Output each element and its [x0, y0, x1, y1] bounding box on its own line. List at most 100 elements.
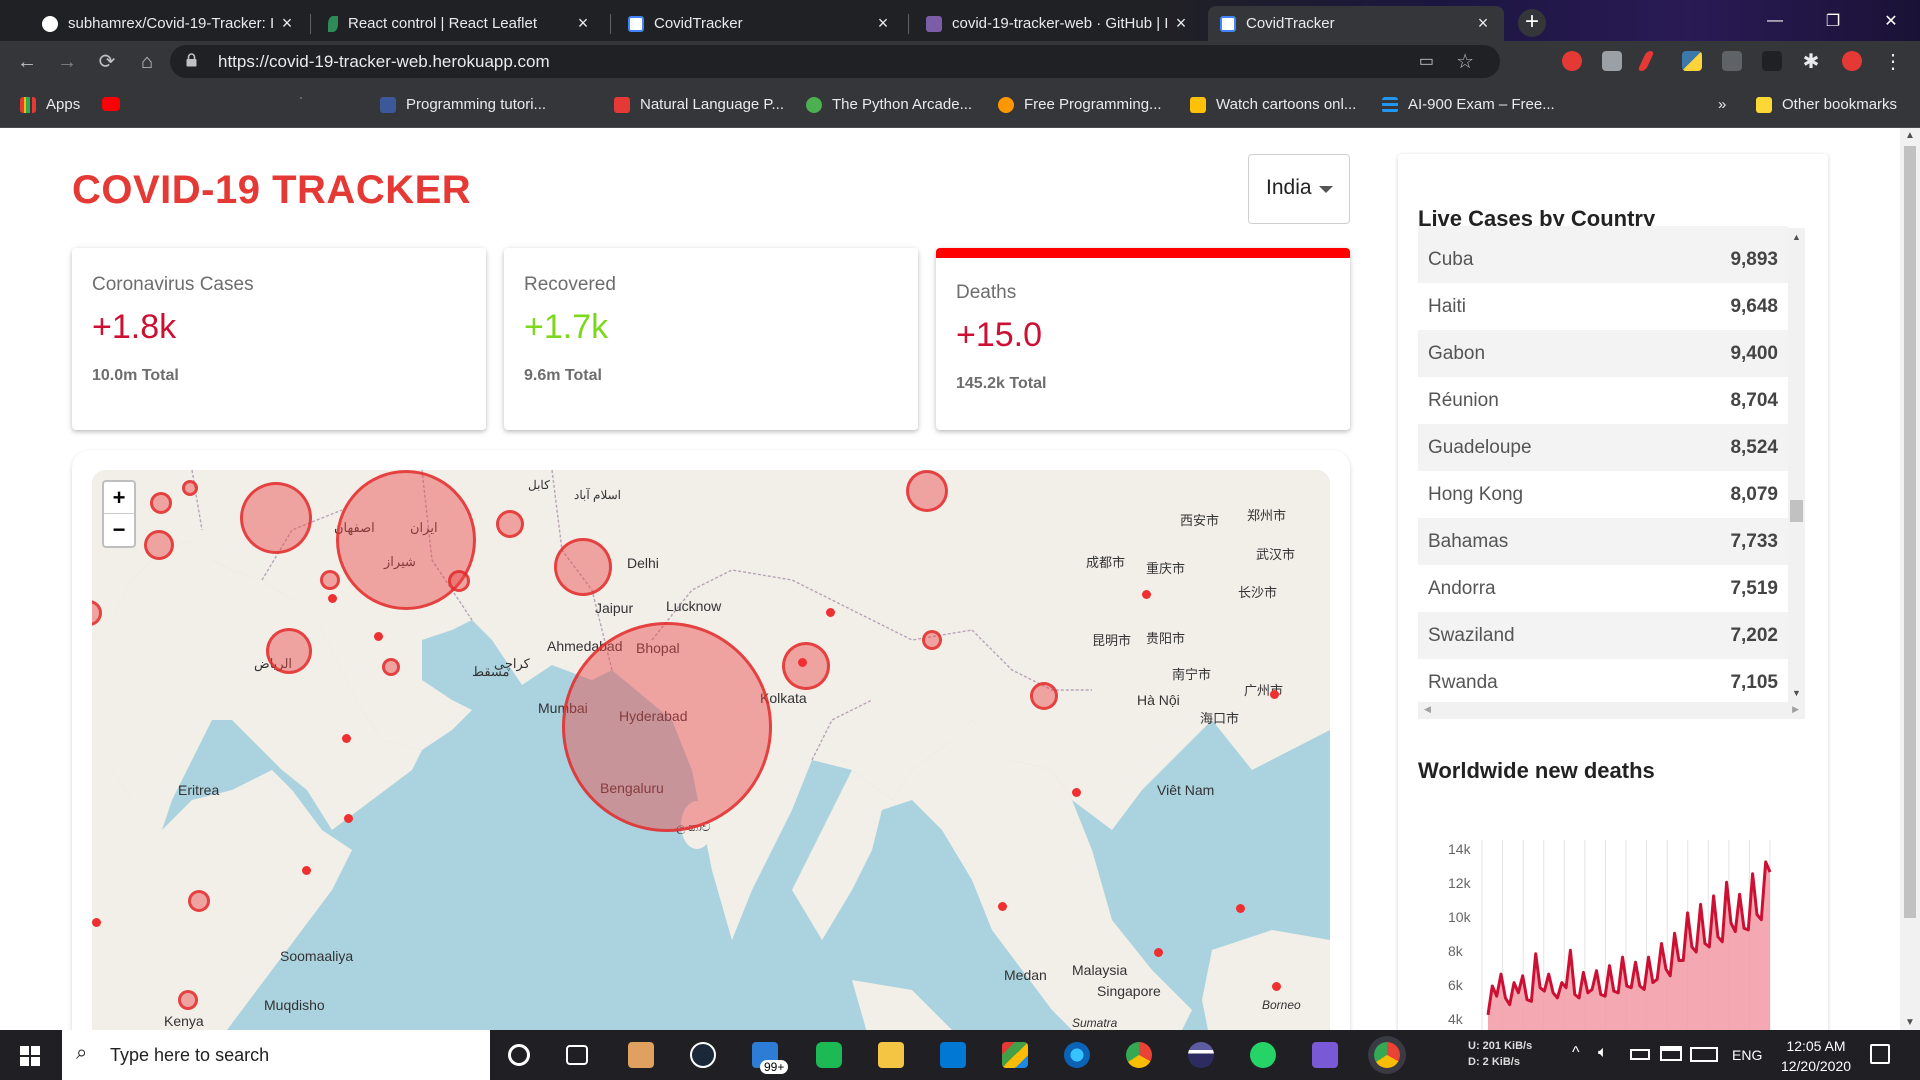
- map-case-dot[interactable]: [1270, 690, 1279, 699]
- bookmark-star-icon[interactable]: ☆: [1456, 49, 1474, 74]
- map-case-circle[interactable]: [240, 482, 312, 554]
- scroll-thumb[interactable]: [1904, 146, 1916, 918]
- clock[interactable]: 12:05 AM 12/20/2020: [1776, 1036, 1856, 1076]
- app-icon[interactable]: [1312, 1042, 1338, 1068]
- scroll-thumb[interactable]: [1790, 500, 1803, 522]
- file-explorer-icon[interactable]: [878, 1042, 904, 1068]
- map-case-circle-india[interactable]: [562, 622, 772, 832]
- close-tab-icon[interactable]: ×: [278, 13, 296, 34]
- chrome-icon-active[interactable]: [1374, 1042, 1400, 1068]
- browser-tab[interactable]: CovidTracker ×: [616, 6, 904, 41]
- back-icon[interactable]: ←: [12, 47, 42, 77]
- bookmark-icon[interactable]: [300, 97, 302, 99]
- live-cases-table[interactable]: Cuba 9,893 Haiti 9,648 Gabon 9,400 Réunion 8,70…: [1418, 226, 1788, 702]
- extension-icon[interactable]: [1602, 51, 1622, 71]
- bookmarks-overflow-button[interactable]: »: [1718, 96, 1726, 113]
- bookmark-apps[interactable]: Apps: [20, 96, 80, 113]
- map-case-circle[interactable]: [782, 642, 830, 690]
- browser-tab[interactable]: subhamrex/Covid-19-Tracker: I m ×: [30, 6, 308, 41]
- leaflet-map[interactable]: Delhi Jaipur Lucknow Ahmedabad Bhopal Mu…: [92, 470, 1330, 1030]
- zoom-in-button[interactable]: +: [104, 482, 134, 514]
- extension-adblock-icon[interactable]: [1562, 51, 1582, 71]
- taskbar-search[interactable]: ⌕ Type here to search: [62, 1030, 490, 1080]
- scroll-right-arrow-icon[interactable]: ▶: [1792, 704, 1799, 715]
- close-tab-icon[interactable]: ×: [874, 13, 892, 34]
- extension-icon[interactable]: [1722, 51, 1742, 71]
- map-case-circle[interactable]: [448, 570, 470, 592]
- home-icon[interactable]: ⌂: [132, 47, 162, 77]
- scroll-left-arrow-icon[interactable]: ◀: [1424, 704, 1431, 715]
- battery-icon[interactable]: [1630, 1049, 1650, 1060]
- table-horizontal-scrollbar[interactable]: ◀ ▶: [1418, 702, 1805, 719]
- zoom-out-button[interactable]: −: [104, 514, 134, 546]
- map-case-circle[interactable]: [554, 538, 612, 596]
- scroll-up-arrow-icon[interactable]: ▲: [1792, 232, 1801, 242]
- volume-icon[interactable]: 🔈︎: [1598, 1044, 1608, 1062]
- country-select[interactable]: India: [1248, 154, 1350, 224]
- app-icon[interactable]: [1002, 1042, 1028, 1068]
- cortana-icon[interactable]: [508, 1044, 530, 1066]
- close-tab-icon[interactable]: ×: [574, 13, 592, 34]
- map-case-circle[interactable]: [266, 628, 312, 674]
- tray-chevron-up-icon[interactable]: ^: [1572, 1044, 1580, 1062]
- map-case-circle[interactable]: [1030, 682, 1058, 710]
- browser-tab[interactable]: React control | React Leaflet ×: [316, 6, 604, 41]
- store-icon[interactable]: [628, 1042, 654, 1068]
- menu-kebab-icon[interactable]: ⋮: [1878, 47, 1908, 77]
- scroll-down-arrow-icon[interactable]: ▼: [1905, 1017, 1915, 1028]
- forward-icon[interactable]: →: [52, 47, 82, 77]
- whatsapp-icon[interactable]: [1250, 1042, 1276, 1068]
- map-case-dot[interactable]: [328, 594, 337, 603]
- notifications-icon[interactable]: [1870, 1044, 1890, 1064]
- page-vertical-scrollbar[interactable]: ▲ ▼: [1900, 128, 1920, 1030]
- map-case-dot[interactable]: [826, 608, 835, 617]
- browser-tab-active[interactable]: CovidTracker ×: [1208, 6, 1504, 41]
- map-case-dot[interactable]: [798, 658, 807, 667]
- map-case-circle[interactable]: [496, 510, 524, 538]
- bookmark-programming-tutorials[interactable]: Programming tutori...: [380, 96, 546, 113]
- extensions-puzzle-icon[interactable]: ✱: [1796, 47, 1826, 77]
- bookmark-python-arcade[interactable]: The Python Arcade...: [806, 96, 972, 113]
- map-case-circle[interactable]: [150, 492, 172, 514]
- steam-icon[interactable]: [690, 1042, 716, 1068]
- close-tab-icon[interactable]: ×: [1474, 13, 1492, 34]
- map-case-circle[interactable]: [178, 990, 198, 1010]
- edge-icon[interactable]: [1064, 1042, 1090, 1068]
- map-case-dot[interactable]: [344, 814, 353, 823]
- map-case-circle[interactable]: [182, 480, 198, 496]
- map-case-circle[interactable]: [188, 890, 210, 912]
- extension-icon[interactable]: [1762, 51, 1782, 71]
- extension-python-icon[interactable]: [1682, 51, 1702, 71]
- profile-avatar[interactable]: [1842, 51, 1862, 71]
- info-box-cases[interactable]: Coronavirus Cases +1.8k 10.0m Total: [72, 248, 486, 430]
- map-case-dot[interactable]: [1236, 904, 1245, 913]
- maximize-icon[interactable]: ❐: [1804, 0, 1862, 41]
- scroll-down-arrow-icon[interactable]: ▼: [1792, 688, 1801, 698]
- map-case-dot[interactable]: [1072, 788, 1081, 797]
- map-case-circle[interactable]: [906, 470, 948, 512]
- map-case-dot[interactable]: [998, 902, 1007, 911]
- eclipse-icon[interactable]: [1188, 1042, 1214, 1068]
- map-case-dot[interactable]: [374, 632, 383, 641]
- map-case-circle[interactable]: [922, 630, 942, 650]
- new-tab-button[interactable]: +: [1518, 9, 1546, 37]
- task-view-icon[interactable]: [566, 1045, 588, 1065]
- map-case-dot[interactable]: [1154, 948, 1163, 957]
- windows-start-icon[interactable]: [20, 1046, 40, 1066]
- bookmark-free-programming[interactable]: Free Programming...: [998, 96, 1162, 113]
- bookmark-ai900[interactable]: AI-900 Exam – Free...: [1382, 96, 1555, 113]
- map-case-circle[interactable]: [144, 530, 174, 560]
- vscode-icon[interactable]: [940, 1042, 966, 1068]
- keyboard-icon[interactable]: [1690, 1047, 1718, 1062]
- table-vertical-scrollbar[interactable]: ▲ ▼: [1788, 228, 1805, 702]
- map-case-dot[interactable]: [1272, 982, 1281, 991]
- extension-pen-icon[interactable]: [1637, 51, 1655, 71]
- map-case-dot[interactable]: [302, 866, 311, 875]
- cast-icon[interactable]: ▭: [1419, 51, 1434, 71]
- display-icon[interactable]: [1660, 1046, 1682, 1061]
- address-bar[interactable]: https://covid-19-tracker-web.herokuapp.c…: [170, 45, 1500, 78]
- language-indicator[interactable]: ENG: [1732, 1047, 1762, 1063]
- map-case-circle[interactable]: [382, 658, 400, 676]
- chrome-icon[interactable]: [1126, 1042, 1152, 1068]
- map-case-dot[interactable]: [342, 734, 351, 743]
